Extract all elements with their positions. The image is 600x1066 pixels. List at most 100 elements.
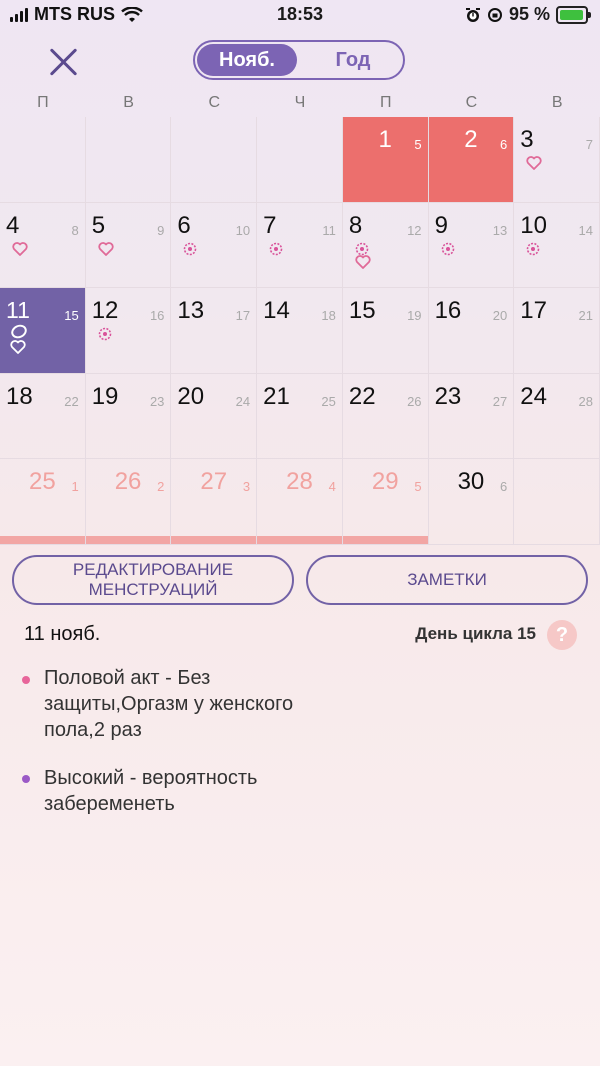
calendar-empty-cell <box>257 117 343 203</box>
calendar-empty-cell <box>171 117 258 203</box>
calendar-day-29[interactable]: 29 5 <box>342 459 429 545</box>
cycle-day-number: 19 <box>407 308 422 324</box>
day-number: 9 <box>434 211 448 239</box>
day-number: 22 <box>348 382 376 410</box>
ovulation-flower-icon <box>269 242 283 256</box>
calendar-day-1[interactable]: 15 <box>342 117 429 203</box>
cycle-day-number: 26 <box>407 393 422 409</box>
calendar-day-19[interactable]: 19 23 <box>85 373 172 460</box>
calendar-day-20[interactable]: 20 24 <box>171 373 258 460</box>
battery-percent: 95 % <box>508 4 550 24</box>
cycle-day-number: 1 <box>71 479 79 495</box>
cycle-day-number: 21 <box>578 308 593 324</box>
predicted-period-bar <box>85 535 171 544</box>
close-icon[interactable] <box>46 44 82 80</box>
day-number: 6 <box>177 211 191 239</box>
calendar-day-22[interactable]: 22 26 <box>342 373 429 460</box>
predicted-period-bar <box>0 535 85 544</box>
weekday-label: С <box>208 94 221 111</box>
day-number: 17 <box>520 297 547 325</box>
note-bullet <box>22 676 30 684</box>
cycle-day-number: 25 <box>321 393 336 409</box>
weekday-label: В <box>551 94 563 111</box>
ovulation-flower-icon <box>183 242 197 256</box>
tab-month[interactable]: Нояб. <box>197 44 297 76</box>
edit-menstruation-button[interactable]: РЕДАКТИРОВАНИЕ МЕНСТРУАЦИЙ <box>12 555 294 605</box>
calendar-empty-cell <box>85 117 172 203</box>
calendar-day-14[interactable]: 14 18 <box>257 288 343 374</box>
calendar-day-30[interactable]: 30 6 <box>428 459 515 545</box>
calendar-day-18[interactable]: 18 22 <box>0 373 86 460</box>
note-item: Половой акт - Без защиты,Оргазм у женско… <box>44 667 294 741</box>
battery-icon <box>556 5 591 24</box>
cycle-day-number: 5 <box>414 137 422 152</box>
egg-icon <box>9 322 29 341</box>
predicted-period-bar <box>257 535 342 544</box>
day-number: 8 <box>348 211 363 239</box>
calendar-day-15[interactable]: 15 19 <box>342 288 429 374</box>
cycle-day-number: 15 <box>64 308 79 324</box>
heart-icon <box>526 156 542 170</box>
day-number: 5 <box>91 211 106 239</box>
help-icon[interactable]: ? <box>547 620 577 650</box>
notes-button[interactable]: ЗАМЕТКИ <box>306 555 588 605</box>
day-number: 23 <box>434 382 462 410</box>
calendar-day-25[interactable]: 25 1 <box>0 459 86 545</box>
calendar-day-2[interactable]: 26 <box>428 117 515 203</box>
cycle-day-number: 7 <box>585 137 593 152</box>
day-number: 14 <box>263 297 290 325</box>
calendar-day-23[interactable]: 23 27 <box>428 373 515 460</box>
calendar-day-6[interactable]: 6 10 <box>171 202 258 289</box>
weekday-label: П <box>379 94 392 111</box>
day-number: 16 <box>434 297 462 325</box>
alarm-icon <box>465 7 480 22</box>
day-number: 19 <box>91 382 119 410</box>
calendar-day-5[interactable]: 59 <box>85 202 172 289</box>
calendar-day-21[interactable]: 21 25 <box>257 373 343 460</box>
calendar-day-27[interactable]: 27 3 <box>171 459 258 545</box>
weekday-header: П В С Ч П С В <box>0 94 600 116</box>
tab-year[interactable]: Год <box>303 44 403 76</box>
note-bullet <box>22 775 30 783</box>
day-number: 10 <box>520 211 547 239</box>
day-number: 3 <box>520 126 534 153</box>
status-bar: MTS RUS 18:53 95 % <box>0 0 600 30</box>
day-number: 21 <box>263 382 290 410</box>
ovulation-flower-icon <box>355 242 369 256</box>
heart-icon <box>98 241 114 256</box>
cycle-day-number: 18 <box>321 308 336 324</box>
cycle-day-number: 6 <box>500 137 508 152</box>
calendar-day-11[interactable]: 11 15 <box>0 288 86 374</box>
note-item: Высокий - вероятность забеременеть <box>44 767 258 815</box>
calendar-day-7[interactable]: 7 11 <box>257 202 343 289</box>
calendar-day-28[interactable]: 28 4 <box>257 459 343 545</box>
cycle-day-number: 23 <box>149 393 165 409</box>
cycle-day-number: 2 <box>157 479 165 495</box>
predicted-period-bar <box>342 535 428 544</box>
calendar-day-3[interactable]: 37 <box>514 117 600 203</box>
cycle-day-number: 20 <box>492 308 508 324</box>
day-number: 7 <box>263 211 277 239</box>
calendar-day-17[interactable]: 17 21 <box>514 288 600 374</box>
cycle-day-number: 16 <box>149 308 165 324</box>
cycle-day-number: 28 <box>578 393 593 409</box>
calendar-day-16[interactable]: 16 20 <box>428 288 515 374</box>
calendar-day-26[interactable]: 26 2 <box>85 459 172 545</box>
cycle-day-label: День цикла 15 <box>415 624 536 643</box>
day-number: 11 <box>6 297 30 324</box>
calendar-day-4[interactable]: 48 <box>0 202 86 289</box>
weekday-label: Ч <box>294 94 306 111</box>
cycle-day-number: 17 <box>235 308 251 324</box>
calendar-day-10[interactable]: 10 14 <box>514 202 600 289</box>
period-switch: Нояб. Год <box>193 40 405 80</box>
calendar-day-9[interactable]: 9 13 <box>428 202 515 289</box>
cycle-day-number: 6 <box>500 479 508 495</box>
ovulation-flower-icon <box>526 242 540 256</box>
cycle-day-number: 14 <box>578 222 593 238</box>
calendar-day-13[interactable]: 13 17 <box>171 288 258 374</box>
calendar-day-24[interactable]: 24 28 <box>514 373 600 460</box>
calendar-day-8[interactable]: 8 12 <box>342 202 429 289</box>
day-number: 12 <box>91 297 119 325</box>
calendar-day-12[interactable]: 12 16 <box>85 288 172 374</box>
cycle-day-number: 22 <box>64 393 79 409</box>
